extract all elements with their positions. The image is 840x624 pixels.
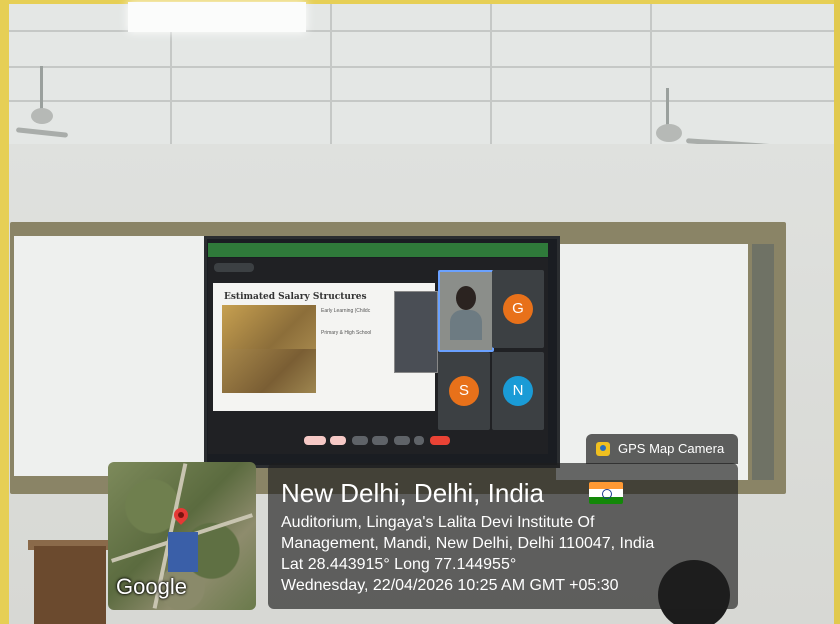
person-body <box>450 310 482 340</box>
ceiling-light <box>128 2 306 32</box>
whiteboard-left <box>14 236 204 476</box>
border-right <box>834 0 840 624</box>
camera-pin-icon-dot <box>600 445 606 451</box>
meeting-control-button <box>304 436 326 445</box>
meeting-control-button <box>372 436 388 445</box>
ceiling-grid-line <box>490 4 492 144</box>
slide-heading: Primary & High School <box>321 330 372 336</box>
google-logo: Google <box>116 574 187 599</box>
ceiling-fan <box>656 124 682 142</box>
address-line-1: Auditorium, Lingaya's Lalita Devi Instit… <box>281 514 595 531</box>
meeting-control-button <box>352 436 368 445</box>
ceiling-grid-line <box>330 4 332 144</box>
place-name: New Delhi, Delhi, India <box>281 478 545 508</box>
board-side-strip <box>752 244 774 480</box>
meeting-control-button <box>394 436 410 445</box>
location-pin-dot <box>178 512 184 518</box>
meeting-control-button <box>414 436 424 445</box>
participant-avatar: S <box>449 376 479 406</box>
slide-title: Estimated Salary Structures <box>224 292 367 302</box>
banknote-image <box>222 349 316 393</box>
end-call-button <box>430 436 450 445</box>
ceiling-grid-line <box>9 100 834 102</box>
gps-camera-label: GPS Map Camera <box>618 441 725 456</box>
date-time: Wednesday, 22/04/2026 10:25 AM GMT +05:3… <box>281 577 619 594</box>
address-line-2: Management, Mandi, New Delhi, Delhi 1100… <box>281 535 655 552</box>
border-left <box>0 0 9 624</box>
ceiling-grid-line <box>650 4 652 144</box>
ceiling-grid-line <box>9 66 834 68</box>
map-building <box>168 532 198 572</box>
slide-heading: Early Learning (Childc <box>321 308 371 314</box>
participant-avatar: N <box>503 376 533 406</box>
ceiling-fan-rod <box>40 66 43 112</box>
screen-top-bar <box>208 243 548 257</box>
ceiling-fan-rod <box>666 88 669 128</box>
coordinates: Lat 28.443915° Long 77.144955° <box>281 556 517 573</box>
participant-tile: N <box>492 352 544 430</box>
ceiling-fan <box>31 108 53 124</box>
photo-frame: Estimated Salary Structures Early Learni… <box>0 0 840 624</box>
meeting-header-bar <box>214 263 254 272</box>
meeting-control-button <box>330 436 346 445</box>
table <box>34 546 106 624</box>
flag-chakra <box>602 489 612 499</box>
participant-video-tile <box>438 270 494 352</box>
participant-avatar: G <box>503 294 533 324</box>
participant-tile: G <box>492 270 544 348</box>
slide-thumbnail-panel <box>394 291 438 373</box>
person-head <box>456 286 476 310</box>
participant-tile: S <box>438 352 490 430</box>
